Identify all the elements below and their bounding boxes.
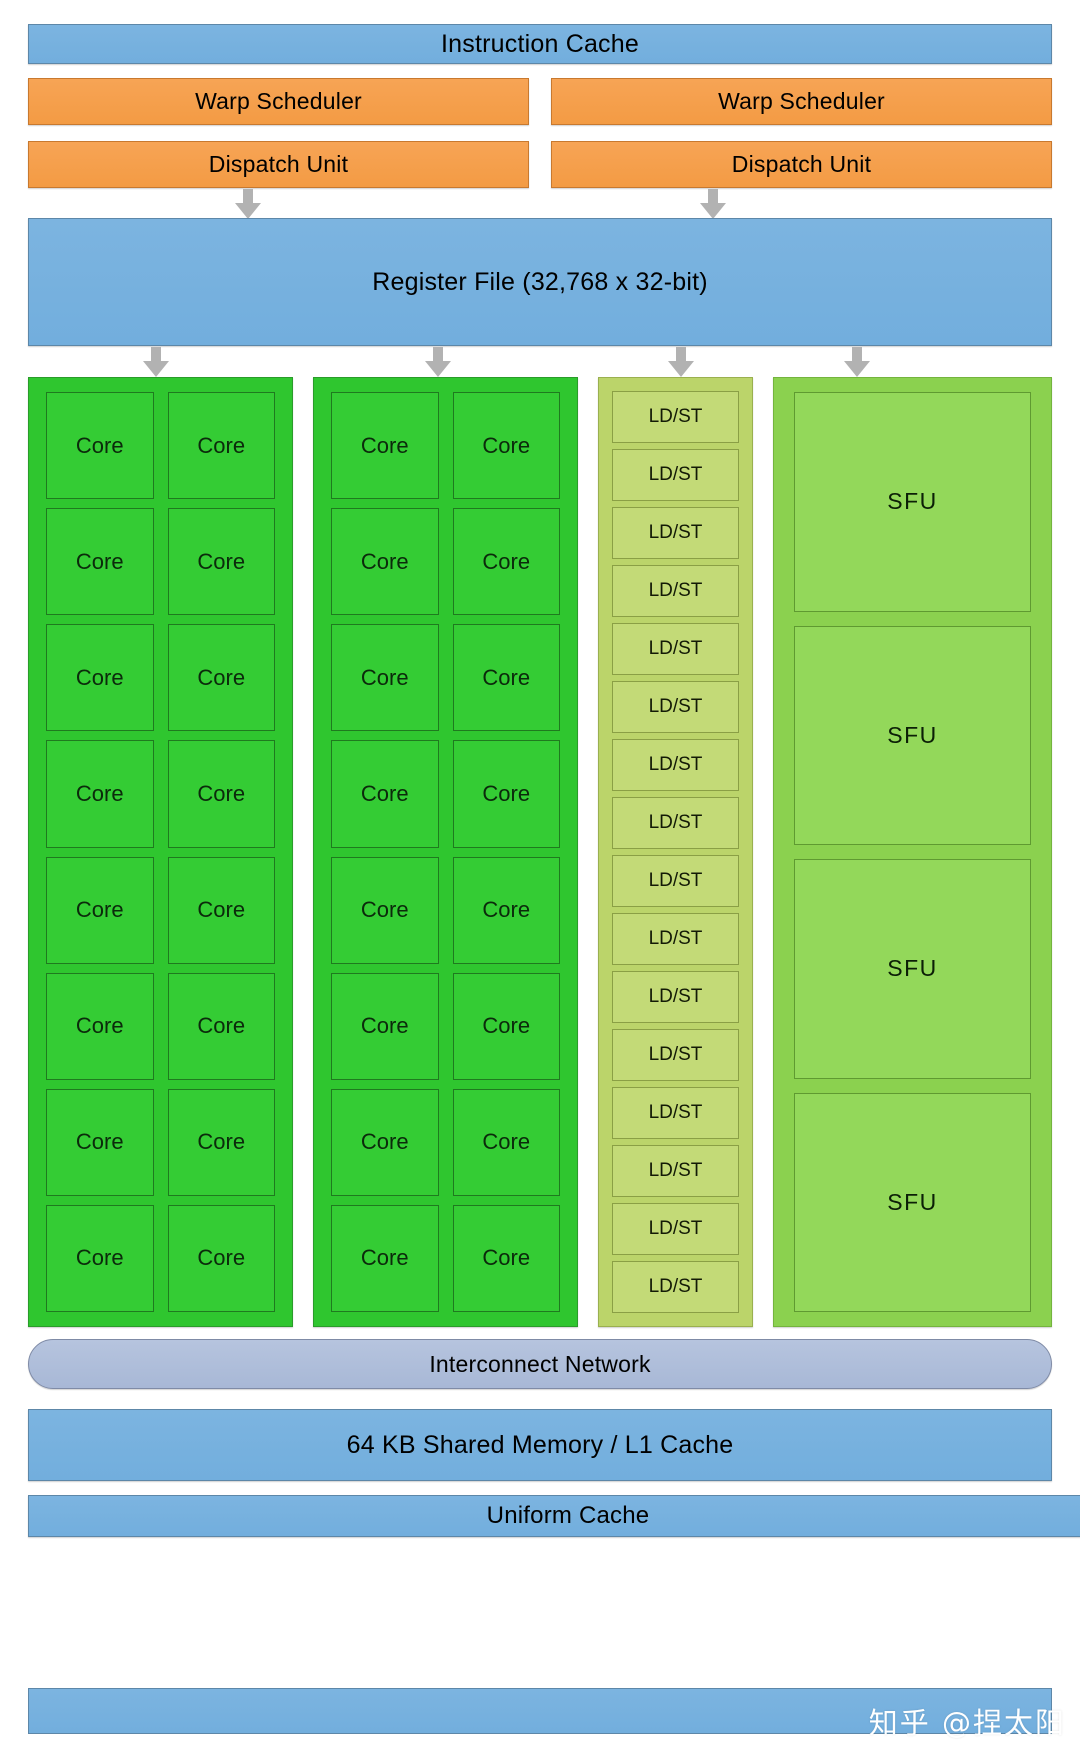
core-cell: Core <box>46 740 154 848</box>
core-cell: Core <box>167 740 275 848</box>
core-cell: Core <box>46 392 154 500</box>
core-cell: Core <box>167 1204 275 1312</box>
load-store-unit: LD/ST <box>612 913 739 965</box>
core-row: Core Core <box>331 740 560 848</box>
core-cell: Core <box>331 1088 439 1196</box>
load-store-unit: LD/ST <box>612 855 739 907</box>
core-cell: Core <box>167 1088 275 1196</box>
arrow-down-icon <box>143 347 169 377</box>
special-function-unit: SFU <box>794 625 1031 845</box>
core-row: Core Core <box>46 392 275 500</box>
core-row: Core Core <box>46 1204 275 1312</box>
core-cell: Core <box>46 972 154 1080</box>
core-cell: Core <box>452 508 560 616</box>
core-row: Core Core <box>331 972 560 1080</box>
load-store-unit: LD/ST <box>612 1087 739 1139</box>
load-store-unit: LD/ST <box>612 391 739 443</box>
core-cell: Core <box>452 972 560 1080</box>
warp-scheduler-1: Warp Scheduler <box>28 78 529 125</box>
load-store-unit: LD/ST <box>612 449 739 501</box>
load-store-unit: LD/ST <box>612 1203 739 1255</box>
core-cell: Core <box>452 1204 560 1312</box>
core-group-right: Core Core Core Core Core Core Core Core Core Core… <box>313 377 578 1327</box>
load-store-unit: LD/ST <box>612 507 739 559</box>
warp-scheduler-row: Warp Scheduler Warp Scheduler <box>28 78 1052 125</box>
register-file-block: Register File (32,768 x 32-bit) <box>28 218 1052 346</box>
core-cell: Core <box>167 624 275 732</box>
core-cell: Core <box>167 856 275 964</box>
core-cell: Core <box>167 972 275 1080</box>
arrow-down-icon <box>235 189 261 219</box>
dispatch-unit-1: Dispatch Unit <box>28 141 529 188</box>
arrow-down-icon <box>844 347 870 377</box>
core-cell: Core <box>46 1088 154 1196</box>
core-row: Core Core <box>46 508 275 616</box>
core-cell: Core <box>46 624 154 732</box>
core-cell: Core <box>452 624 560 732</box>
shared-memory-l1-cache-block: 64 KB Shared Memory / L1 Cache <box>28 1409 1052 1481</box>
core-cell: Core <box>331 392 439 500</box>
arrow-down-icon <box>425 347 451 377</box>
core-cell: Core <box>452 740 560 848</box>
dispatch-unit-row: Dispatch Unit Dispatch Unit <box>28 141 1052 188</box>
load-store-unit-group: LD/ST LD/ST LD/ST LD/ST LD/ST LD/ST LD/ST LD/ST… <box>598 377 753 1327</box>
special-function-unit: SFU <box>794 392 1031 612</box>
arrow-down-icon <box>700 189 726 219</box>
core-group-left: Core Core Core Core Core Core Core Core Core Core… <box>28 377 293 1327</box>
core-cell: Core <box>46 508 154 616</box>
execution-units-band: Core Core Core Core Core Core Core Core Core Core… <box>28 377 1052 1327</box>
warp-scheduler-2: Warp Scheduler <box>551 78 1052 125</box>
interconnect-network-block: Interconnect Network <box>28 1339 1052 1389</box>
core-row: Core Core <box>46 740 275 848</box>
core-cell: Core <box>452 856 560 964</box>
core-cell: Core <box>331 624 439 732</box>
load-store-unit: LD/ST <box>612 1145 739 1197</box>
core-cell: Core <box>331 508 439 616</box>
load-store-unit: LD/ST <box>612 1029 739 1081</box>
load-store-unit: LD/ST <box>612 565 739 617</box>
core-row: Core Core <box>331 624 560 732</box>
core-cell: Core <box>331 856 439 964</box>
instruction-cache-block: Instruction Cache <box>28 24 1052 64</box>
uniform-cache-block: Uniform Cache <box>28 1495 1080 1537</box>
dispatch-unit-2: Dispatch Unit <box>551 141 1052 188</box>
core-row: Core Core <box>46 972 275 1080</box>
core-row: Core Core <box>331 1088 560 1196</box>
core-row: Core Core <box>331 392 560 500</box>
core-row: Core Core <box>331 508 560 616</box>
arrow-down-icon <box>668 347 694 377</box>
load-store-unit: LD/ST <box>612 739 739 791</box>
core-cell: Core <box>331 740 439 848</box>
core-row: Core Core <box>331 856 560 964</box>
core-cell: Core <box>46 856 154 964</box>
load-store-unit: LD/ST <box>612 797 739 849</box>
core-row: Core Core <box>46 1088 275 1196</box>
load-store-unit: LD/ST <box>612 1261 739 1313</box>
watermark-text: 知乎 @捏太阳 <box>868 1706 1066 1740</box>
special-function-unit-group: SFU SFU SFU SFU <box>773 377 1052 1327</box>
core-cell: Core <box>331 972 439 1080</box>
core-cell: Core <box>167 508 275 616</box>
load-store-unit: LD/ST <box>612 623 739 675</box>
special-function-unit: SFU <box>794 859 1031 1079</box>
core-cell: Core <box>452 392 560 500</box>
load-store-unit: LD/ST <box>612 681 739 733</box>
core-row: Core Core <box>331 1204 560 1312</box>
core-row: Core Core <box>46 624 275 732</box>
core-cell: Core <box>452 1088 560 1196</box>
special-function-unit: SFU <box>794 1092 1031 1312</box>
load-store-unit: LD/ST <box>612 971 739 1023</box>
sm-architecture-diagram: Instruction Cache Warp Scheduler Warp Sc… <box>0 0 1080 1760</box>
core-row: Core Core <box>46 856 275 964</box>
core-cell: Core <box>46 1204 154 1312</box>
core-cell: Core <box>331 1204 439 1312</box>
core-cell: Core <box>167 392 275 500</box>
